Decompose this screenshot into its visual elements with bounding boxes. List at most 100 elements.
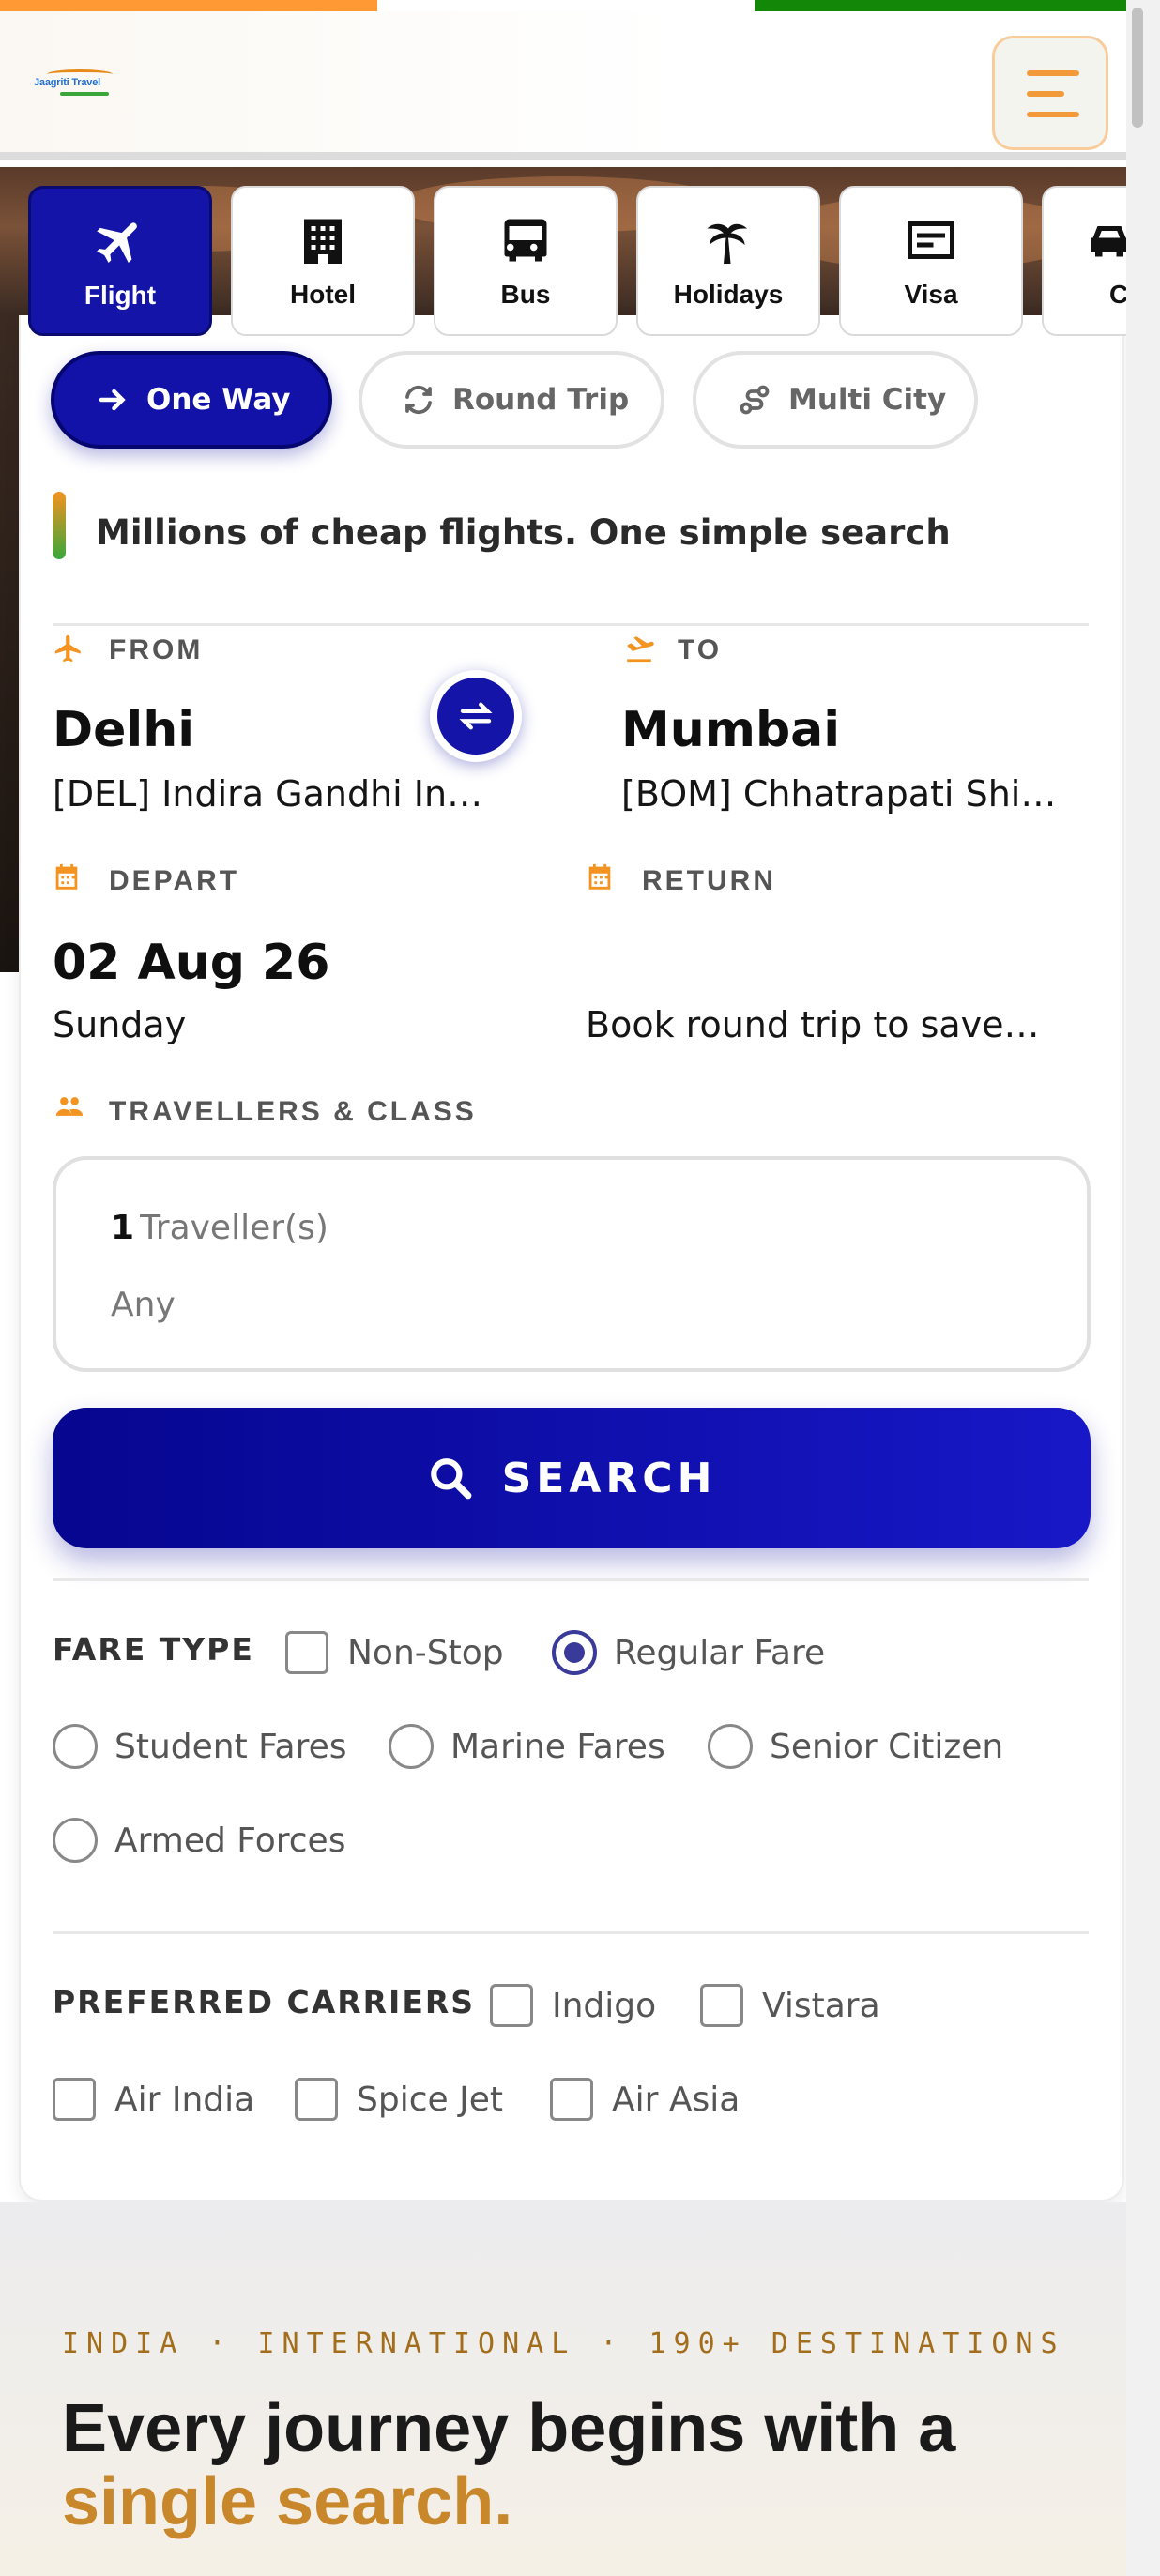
- tab-flight[interactable]: Flight: [28, 186, 212, 336]
- option-label: Indigo: [552, 1986, 657, 2025]
- palm-tree-icon: [707, 223, 747, 264]
- option-label: Armed Forces: [114, 1821, 346, 1860]
- fare-marine-radio[interactable]: Marine Fares: [389, 1723, 665, 1770]
- checkbox[interactable]: [490, 1984, 533, 2027]
- fare-armed-forces-radio[interactable]: Armed Forces: [53, 1817, 345, 1864]
- radio[interactable]: [53, 1818, 98, 1863]
- id-card-icon: [908, 221, 954, 259]
- to-label: TO: [678, 634, 723, 665]
- promo-headline-accent: single search.: [62, 2464, 513, 2539]
- trip-one-way-button[interactable]: One Way: [51, 351, 332, 449]
- radio-selected[interactable]: [552, 1630, 597, 1675]
- carrier-air-asia-checkbox[interactable]: Air Asia: [550, 2076, 740, 2123]
- bus-icon: [504, 219, 547, 262]
- flag-strip-green: [755, 0, 1126, 11]
- travellers-class-field[interactable]: 1 Traveller(s) Any: [53, 1156, 1091, 1372]
- to-city[interactable]: Mumbai: [621, 702, 840, 758]
- checkbox[interactable]: [53, 2078, 96, 2121]
- option-label: Senior Citizen: [770, 1727, 1004, 1766]
- tab-visa[interactable]: Visa: [839, 186, 1023, 336]
- promo-headline: Every journey begins with a: [62, 2391, 956, 2466]
- tab-label: Holidays: [673, 280, 784, 309]
- flag-strip-saffron: [0, 0, 377, 11]
- scrollbar[interactable]: [1126, 0, 1160, 2576]
- search-label: SEARCH: [501, 1454, 717, 1502]
- from-city[interactable]: Delhi: [53, 702, 194, 758]
- carrier-air-india-checkbox[interactable]: Air India: [53, 2076, 254, 2123]
- trip-multi-city-button[interactable]: Multi City: [693, 351, 978, 449]
- option-label: Air India: [114, 2080, 255, 2119]
- from-label: FROM: [109, 634, 204, 665]
- divider: [53, 1578, 1089, 1581]
- logo-underline: [60, 92, 109, 96]
- to-airport[interactable]: [BOM] Chhatrapati Shivaji Maharaj Intern…: [621, 773, 1070, 815]
- travel-class: Any: [111, 1286, 176, 1324]
- checkbox[interactable]: [285, 1631, 328, 1674]
- traveller-count: 1 Traveller(s): [111, 1209, 328, 1247]
- site-logo[interactable]: Jaagriti Travel: [34, 68, 126, 103]
- option-label: Student Fares: [114, 1727, 347, 1766]
- travellers-label: TRAVELLERS & CLASS: [109, 1096, 477, 1127]
- fare-student-radio[interactable]: Student Fares: [53, 1723, 347, 1770]
- return-hint[interactable]: Book round trip to save extra: [586, 1004, 1049, 1045]
- trip-round-trip-button[interactable]: Round Trip: [359, 351, 664, 449]
- option-label: Air Asia: [612, 2080, 740, 2119]
- car-icon: [1091, 226, 1126, 257]
- promo-section: INDIA · INTERNATIONAL · 190+ DESTINATION…: [0, 2202, 1126, 2576]
- tagline-accent-bar: [53, 492, 66, 559]
- radio[interactable]: [389, 1724, 434, 1769]
- hamburger-menu-button[interactable]: [992, 36, 1108, 150]
- airplane-icon: [97, 222, 137, 263]
- option-label: Non-Stop: [347, 1633, 504, 1672]
- menu-line-icon: [1027, 112, 1079, 117]
- checkbox[interactable]: [295, 2078, 338, 2121]
- trip-label: Multi City: [788, 383, 947, 417]
- page: Jaagriti Travel Flight Hotel Bus Holiday…: [0, 0, 1126, 2576]
- menu-line-icon: [1027, 70, 1079, 76]
- swap-cities-button[interactable]: [430, 670, 522, 762]
- option-label: Spice Jet: [357, 2080, 503, 2119]
- tab-label: Hotel: [290, 280, 356, 309]
- carrier-spice-jet-checkbox[interactable]: Spice Jet: [295, 2076, 503, 2123]
- tab-label: C: [1109, 280, 1126, 309]
- tab-label: Visa: [904, 280, 958, 309]
- option-label: Marine Fares: [450, 1727, 665, 1766]
- fare-senior-radio[interactable]: Senior Citizen: [708, 1723, 1003, 1770]
- promo-kicker: INDIA · INTERNATIONAL · 190+ DESTINATION…: [62, 2327, 1065, 2360]
- checkbox[interactable]: [700, 1984, 743, 2027]
- fare-regular-radio[interactable]: Regular Fare: [552, 1629, 825, 1676]
- divider: [53, 1931, 1089, 1934]
- scrollbar-thumb[interactable]: [1132, 8, 1143, 128]
- carrier-indigo-checkbox[interactable]: Indigo: [490, 1982, 656, 2029]
- tab-hotel[interactable]: Hotel: [231, 186, 415, 336]
- fare-type-label: FARE TYPE: [53, 1631, 254, 1668]
- fare-non-stop-checkbox[interactable]: Non-Stop: [285, 1629, 504, 1676]
- option-label: Regular Fare: [614, 1633, 826, 1672]
- hero-background-edge: [0, 315, 19, 972]
- tab-label: Bus: [500, 280, 551, 309]
- search-tagline: Millions of cheap flights. One simple se…: [96, 512, 951, 553]
- divider: [53, 623, 1089, 626]
- tab-label: Flight: [84, 281, 157, 310]
- radio[interactable]: [53, 1724, 98, 1769]
- radio[interactable]: [708, 1724, 753, 1769]
- users-icon: [55, 1097, 84, 1116]
- site-header: Jaagriti Travel: [0, 11, 1126, 160]
- tab-bus[interactable]: Bus: [434, 186, 618, 336]
- calendar-icon: [55, 863, 78, 890]
- search-button[interactable]: SEARCH: [53, 1408, 1091, 1548]
- tab-holidays[interactable]: Holidays: [636, 186, 820, 336]
- landing-plane-icon: [627, 636, 654, 663]
- from-airport[interactable]: [DEL] Indira Gandhi International Airpor…: [53, 773, 494, 815]
- preferred-carriers-label: PREFERRED CARRIERS: [53, 1984, 476, 2020]
- depart-date[interactable]: 02 Aug 26: [53, 935, 329, 991]
- depart-day: Sunday: [53, 1004, 187, 1045]
- checkbox[interactable]: [550, 2078, 593, 2121]
- swap-arrows-icon: [459, 702, 493, 730]
- menu-line-icon: [1027, 91, 1064, 97]
- depart-label: DEPART: [109, 865, 240, 896]
- tab-cab[interactable]: C: [1042, 186, 1126, 336]
- carrier-vistara-checkbox[interactable]: Vistara: [700, 1982, 880, 2029]
- logo-text: Jaagriti Travel: [34, 77, 100, 88]
- arrow-right-icon: [99, 389, 126, 411]
